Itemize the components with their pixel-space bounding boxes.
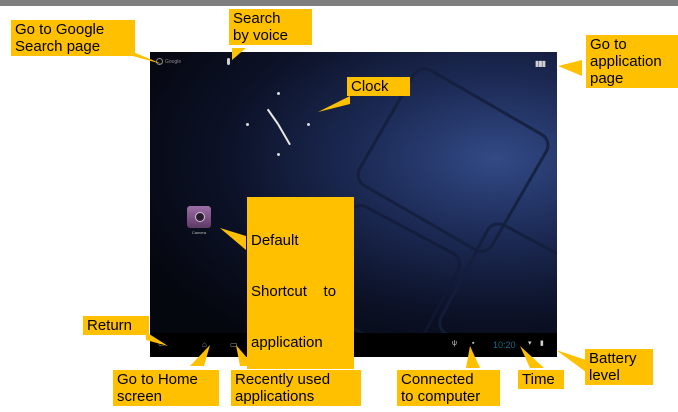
callout-line: Recently used [235,371,331,388]
callout-line: Connected [401,371,474,388]
callout-line: Time [522,371,555,388]
callout-line: level [589,367,620,384]
callout-line: Go to Home [117,371,198,388]
callout-line: to computer [401,388,481,405]
callout-line: applications [235,388,315,405]
callout-line: Return [87,317,133,334]
callout-line: by voice [233,27,289,44]
callout-line: screen [117,388,163,405]
callout-line: application [251,334,323,351]
callout-line: Clock [351,78,389,95]
callout-recent-apps: Recently used applications [231,370,361,406]
callout-line: Go to Google [15,21,105,38]
callout-home: Go to Home screen [113,370,219,406]
callout-google-search: Go to Google Search page [11,20,135,56]
callout-shortcut: Default Shortcut to application [247,197,354,369]
callout-app-page: Go to application page [586,35,678,88]
callout-line: Search page [15,38,101,55]
callout-line: page [590,70,624,87]
callout-line: Default [251,232,299,249]
callout-return: Return [83,316,149,335]
callout-line: Search [233,10,281,27]
callout-line: Shortcut to [251,283,337,300]
callout-line: application [590,53,662,70]
callout-connected: Connected to computer [397,370,500,406]
callout-voice-search: Search by voice [229,9,312,45]
callout-clock: Clock [347,77,410,96]
callout-line: Battery [589,350,637,367]
callout-line: Go to [590,36,627,53]
callout-battery: Battery level [585,349,653,385]
callout-time: Time [518,370,564,389]
